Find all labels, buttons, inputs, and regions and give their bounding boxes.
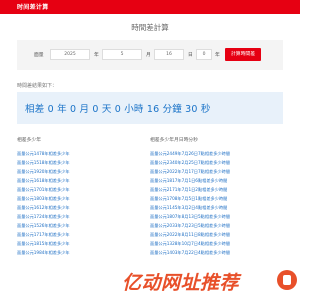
list-item[interactable]: 面量公元1815年相差多少年 bbox=[17, 239, 143, 248]
result-text: 相差 0 年 0 月 0 天 0 小時 16 分鐘 30 秒 bbox=[25, 104, 211, 115]
list-item[interactable]: 面量公元2022年8月11日8點相差多少時間 bbox=[150, 230, 283, 239]
list-item[interactable]: 面量公元1612年相差多少年 bbox=[17, 203, 143, 212]
list-item[interactable]: 面量公元2449年7月26日7點相差多少時間 bbox=[150, 149, 283, 158]
day-input[interactable]: 16 bbox=[154, 49, 184, 60]
calc-form: 面量 2025 年 5 月 16 日 0 年 計算時間差 bbox=[17, 40, 283, 70]
hour-unit: 年 bbox=[215, 53, 220, 58]
list-item[interactable]: 面量公元2171年7月1日2點相差多少時間 bbox=[150, 185, 283, 194]
list-item[interactable]: 面量公元1984年相差多少年 bbox=[17, 248, 143, 257]
year-unit: 年 bbox=[94, 53, 99, 58]
page-title: 時間差計算 bbox=[131, 23, 169, 32]
list-item[interactable]: 面量公元1708年7月5日1點相差多少時間 bbox=[150, 194, 283, 203]
list-item[interactable]: 面量公元2340年2月25日7點相差多少時間 bbox=[150, 158, 283, 167]
list-item[interactable]: 面量公元1803年相差多少年 bbox=[17, 194, 143, 203]
datetime-diff-list: 相差多少年月日時分秒 面量公元2449年7月26日7點相差多少時間 面量公元23… bbox=[150, 136, 283, 257]
month-unit: 月 bbox=[146, 53, 151, 58]
list-item[interactable]: 面量公元1518年相差多少年 bbox=[17, 158, 143, 167]
list-item[interactable]: 面量公元1920年相差多少年 bbox=[17, 167, 143, 176]
list-item[interactable]: 面量公元2033年7月23日5點相差多少時間 bbox=[150, 221, 283, 230]
list-item[interactable]: 面量公元1807年8月13日5點相差多少時間 bbox=[150, 212, 283, 221]
list-item[interactable]: 面量公元1701年相差多少年 bbox=[17, 185, 143, 194]
result-panel: 相差 0 年 0 月 0 天 0 小時 16 分鐘 30 秒 bbox=[17, 92, 283, 124]
hour-input[interactable]: 0 bbox=[196, 49, 212, 60]
result-label: 時間差結果如下： bbox=[17, 83, 58, 89]
list-item[interactable]: 面量公元1724年相差多少年 bbox=[17, 212, 143, 221]
watermark-logo: 亿动网址推荐 bbox=[122, 268, 297, 294]
month-input[interactable]: 5 bbox=[102, 49, 142, 60]
list-item[interactable]: 面量公元1618年相差多少年 bbox=[17, 176, 143, 185]
list-item[interactable]: 面量公元1328年10月7日4點相差多少時間 bbox=[150, 239, 283, 248]
list-item[interactable]: 面量公元1717年相差多少年 bbox=[17, 230, 143, 239]
watermark-text: 亿动网址推荐 bbox=[122, 272, 240, 294]
list-item[interactable]: 面量公元2022年7月17日7點相差多少時間 bbox=[150, 167, 283, 176]
year-input[interactable]: 2025 bbox=[50, 49, 90, 60]
top-bar: 时间差计算 bbox=[0, 0, 300, 14]
list-item[interactable]: 面量公元1403年7月22日4點相差多少時間 bbox=[150, 248, 283, 257]
list-item[interactable]: 面量公元1526年相差多少年 bbox=[17, 221, 143, 230]
datetime-diff-heading: 相差多少年月日時分秒 bbox=[150, 138, 198, 143]
phone-icon bbox=[277, 270, 297, 290]
list-item[interactable]: 面量公元1478年相差多少年 bbox=[17, 149, 143, 158]
start-label: 面量 bbox=[34, 53, 44, 58]
site-name[interactable]: 时间差计算 bbox=[17, 2, 49, 11]
calculate-button[interactable]: 計算時間差 bbox=[225, 48, 261, 61]
years-diff-list: 相差多少年 面量公元1478年相差多少年 面量公元1518年相差多少年 面量公元… bbox=[17, 136, 143, 257]
list-item[interactable]: 面量公元1817年7月1日6點相差多少時間 bbox=[150, 176, 283, 185]
day-unit: 日 bbox=[188, 53, 193, 58]
years-diff-heading: 相差多少年 bbox=[17, 138, 41, 143]
list-item[interactable]: 面量公元1145年3月2日4點相差多少時間 bbox=[150, 203, 283, 212]
